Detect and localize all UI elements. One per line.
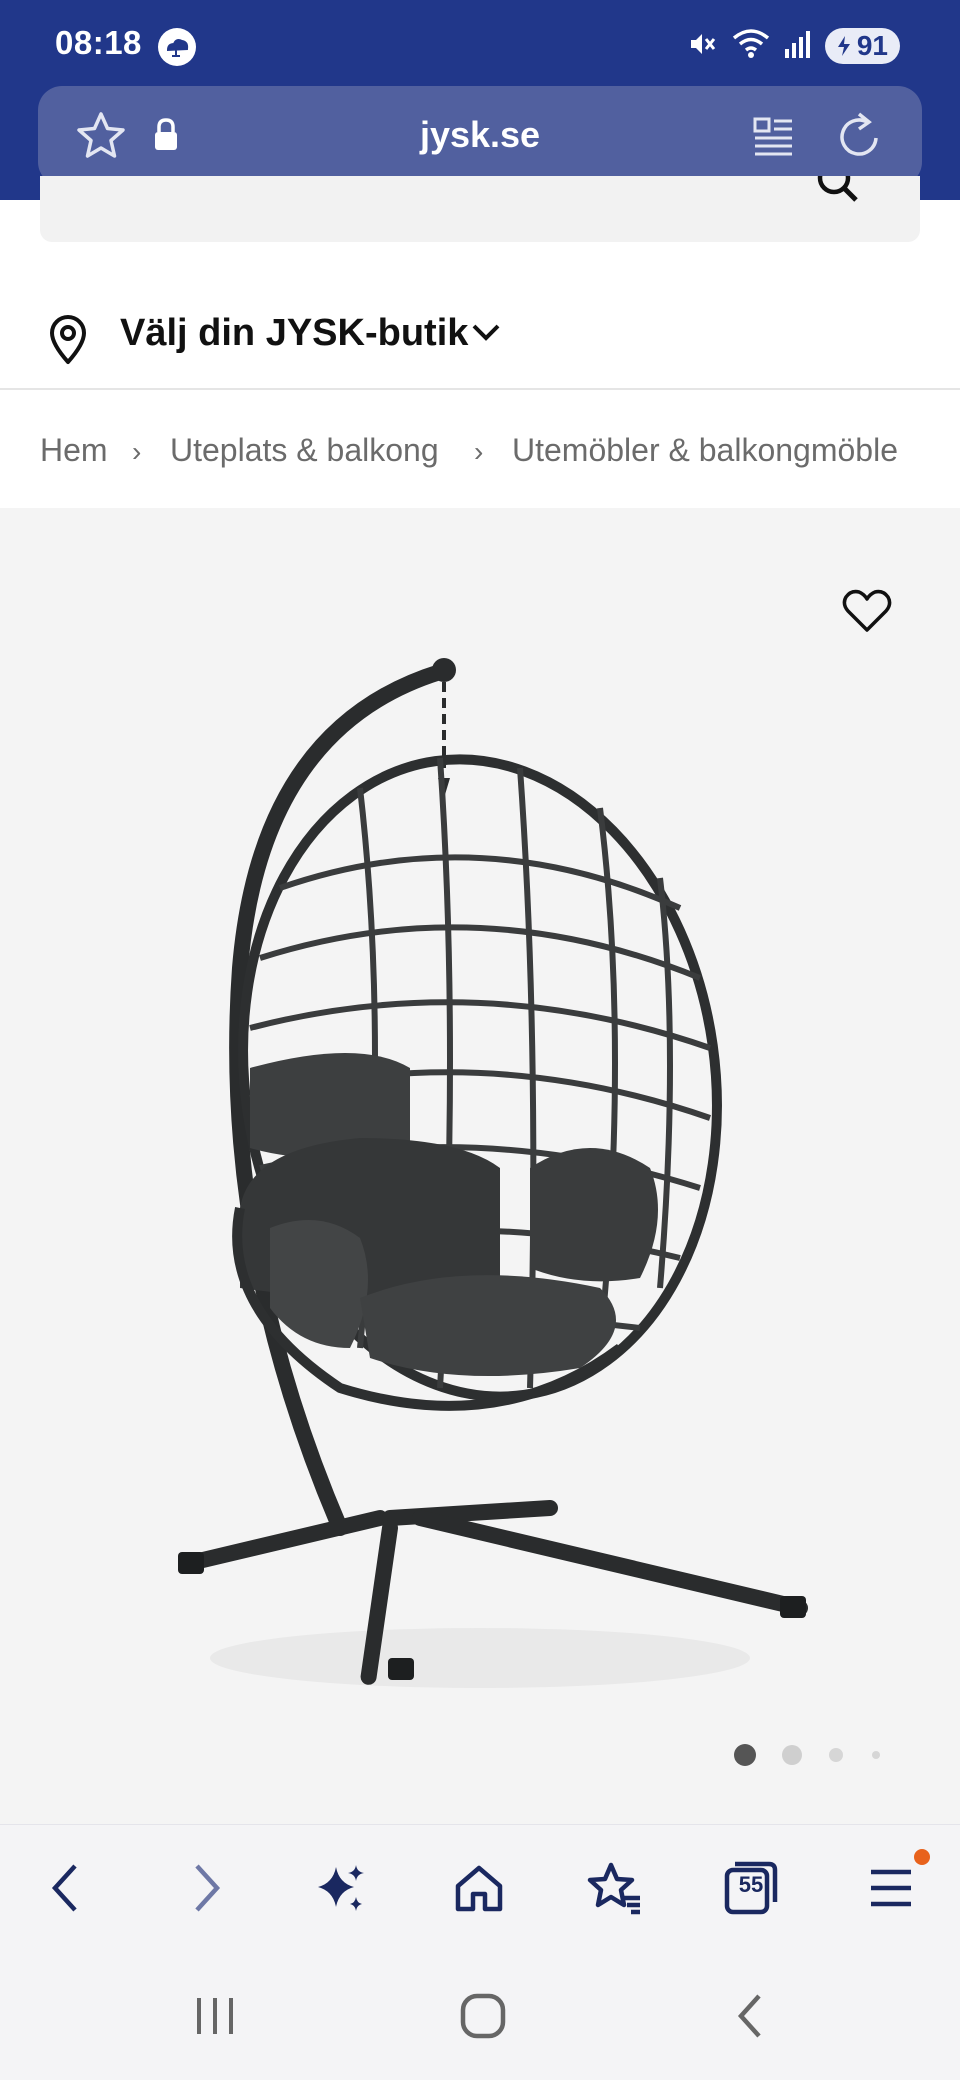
ai-sparkle-icon[interactable] — [306, 1853, 376, 1923]
cloud-icon — [158, 28, 196, 66]
mute-icon — [687, 29, 717, 64]
signal-icon — [784, 29, 811, 64]
system-navigation-bar — [0, 1950, 960, 2080]
battery-level: 91 — [856, 30, 888, 61]
heart-icon[interactable] — [842, 588, 892, 639]
browser-toolbar: 55 — [0, 1824, 960, 1950]
notification-dot — [914, 1849, 930, 1865]
location-pin-icon — [44, 312, 92, 373]
search-field-remnant[interactable] — [40, 176, 920, 242]
breadcrumb-item-uteplats[interactable]: Uteplats & balkong — [170, 432, 439, 469]
gallery-pagination[interactable] — [0, 1740, 960, 1770]
breadcrumb-item-utemobler[interactable]: Utemöbler & balkongmöble — [512, 432, 898, 469]
back-icon[interactable] — [30, 1853, 100, 1923]
tabs-icon[interactable]: 55 — [716, 1853, 786, 1923]
wifi-icon — [731, 28, 771, 65]
forward-icon[interactable] — [172, 1853, 242, 1923]
pagination-dot[interactable] — [829, 1748, 843, 1762]
store-selector[interactable]: Välj din JYSK-butik — [0, 290, 960, 390]
home-circle-icon[interactable] — [448, 1986, 518, 2046]
breadcrumb: Hem › Uteplats & balkong › Utemöbler & b… — [0, 392, 960, 508]
store-selector-label: Välj din JYSK-butik — [120, 312, 469, 354]
url-bar[interactable]: jysk.se — [38, 86, 922, 186]
reader-icon[interactable] — [752, 114, 796, 163]
reload-icon[interactable] — [832, 108, 886, 169]
breadcrumb-separator: › — [474, 436, 484, 467]
breadcrumb-separator: › — [132, 436, 142, 467]
pagination-dot[interactable] — [872, 1751, 880, 1759]
status-bar: 08:18 91 — [0, 0, 960, 88]
system-back-icon[interactable] — [716, 1986, 786, 2046]
product-gallery[interactable] — [0, 508, 960, 1824]
pagination-dot-active[interactable] — [734, 1744, 756, 1766]
search-icon[interactable] — [814, 176, 862, 211]
pagination-dot[interactable] — [782, 1745, 802, 1765]
status-time: 08:18 — [55, 24, 142, 61]
bookmarks-icon[interactable] — [580, 1853, 650, 1923]
product-image[interactable] — [160, 648, 820, 1708]
status-icons: 91 — [687, 26, 900, 66]
home-icon[interactable] — [444, 1853, 514, 1923]
chevron-down-icon — [470, 320, 502, 349]
browser-top-bar: 08:18 91 jysk.se — [0, 0, 960, 200]
tabs-count: 55 — [738, 1872, 764, 1897]
breadcrumb-item-home[interactable]: Hem — [40, 432, 108, 469]
menu-icon[interactable] — [856, 1853, 926, 1923]
page: 08:18 91 jysk.se Välj din JYSK-butik Hem… — [0, 0, 960, 2080]
breadcrumb-fade — [920, 392, 960, 508]
recents-icon[interactable] — [180, 1986, 250, 2046]
battery-icon: 91 — [824, 28, 900, 64]
